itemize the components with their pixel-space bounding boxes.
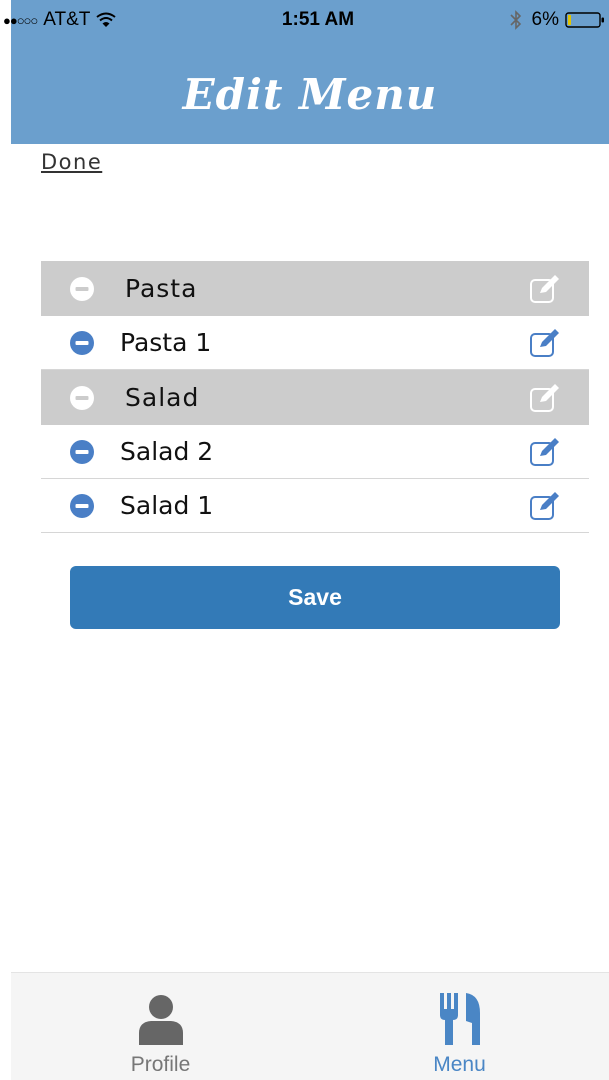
category-row: Salad	[41, 370, 589, 425]
status-bar: ●●○○○ AT&T 1:51 AM 6%	[0, 0, 609, 40]
category-label: Salad	[125, 383, 200, 412]
remove-circle-icon[interactable]	[69, 276, 95, 302]
remove-circle-icon[interactable]	[69, 330, 95, 356]
status-right: 6%	[509, 9, 605, 31]
fork-knife-icon	[439, 993, 480, 1045]
battery-percent: 6%	[531, 9, 559, 30]
tab-label: Menu	[433, 1053, 486, 1076]
tab-label: Profile	[130, 1053, 191, 1076]
item-label: Pasta 1	[120, 328, 212, 357]
list-item: Pasta 1	[41, 316, 589, 370]
menu-list: Pasta Pasta 1 Salad Salad 2 Salad 1	[41, 261, 589, 533]
edit-menu-screen: ●●○○○ AT&T 1:51 AM 6% Edit Menu Done Pas…	[0, 0, 609, 1080]
battery-icon	[565, 12, 604, 28]
list-item: Salad 1	[41, 479, 589, 533]
edit-icon[interactable]	[529, 491, 561, 521]
list-item: Salad 2	[41, 425, 589, 479]
done-link[interactable]: Done	[41, 150, 102, 174]
edit-icon[interactable]	[529, 274, 561, 304]
edit-icon[interactable]	[529, 383, 561, 413]
page-title: Edit Menu	[182, 70, 438, 119]
save-button[interactable]: Save	[70, 566, 560, 629]
category-row: Pasta	[41, 261, 589, 316]
edit-icon[interactable]	[529, 437, 561, 467]
remove-circle-icon[interactable]	[69, 439, 95, 465]
edit-icon[interactable]	[529, 328, 561, 358]
person-icon	[138, 995, 183, 1045]
remove-circle-icon[interactable]	[69, 493, 95, 519]
tab-profile[interactable]: Profile	[11, 973, 310, 1080]
bluetooth-icon	[509, 10, 521, 30]
item-label: Salad 1	[120, 491, 214, 520]
tab-bar: Profile Menu	[11, 972, 609, 1080]
remove-circle-icon[interactable]	[69, 385, 95, 411]
tab-menu[interactable]: Menu	[310, 973, 609, 1080]
item-label: Salad 2	[120, 437, 214, 466]
category-label: Pasta	[125, 274, 198, 303]
